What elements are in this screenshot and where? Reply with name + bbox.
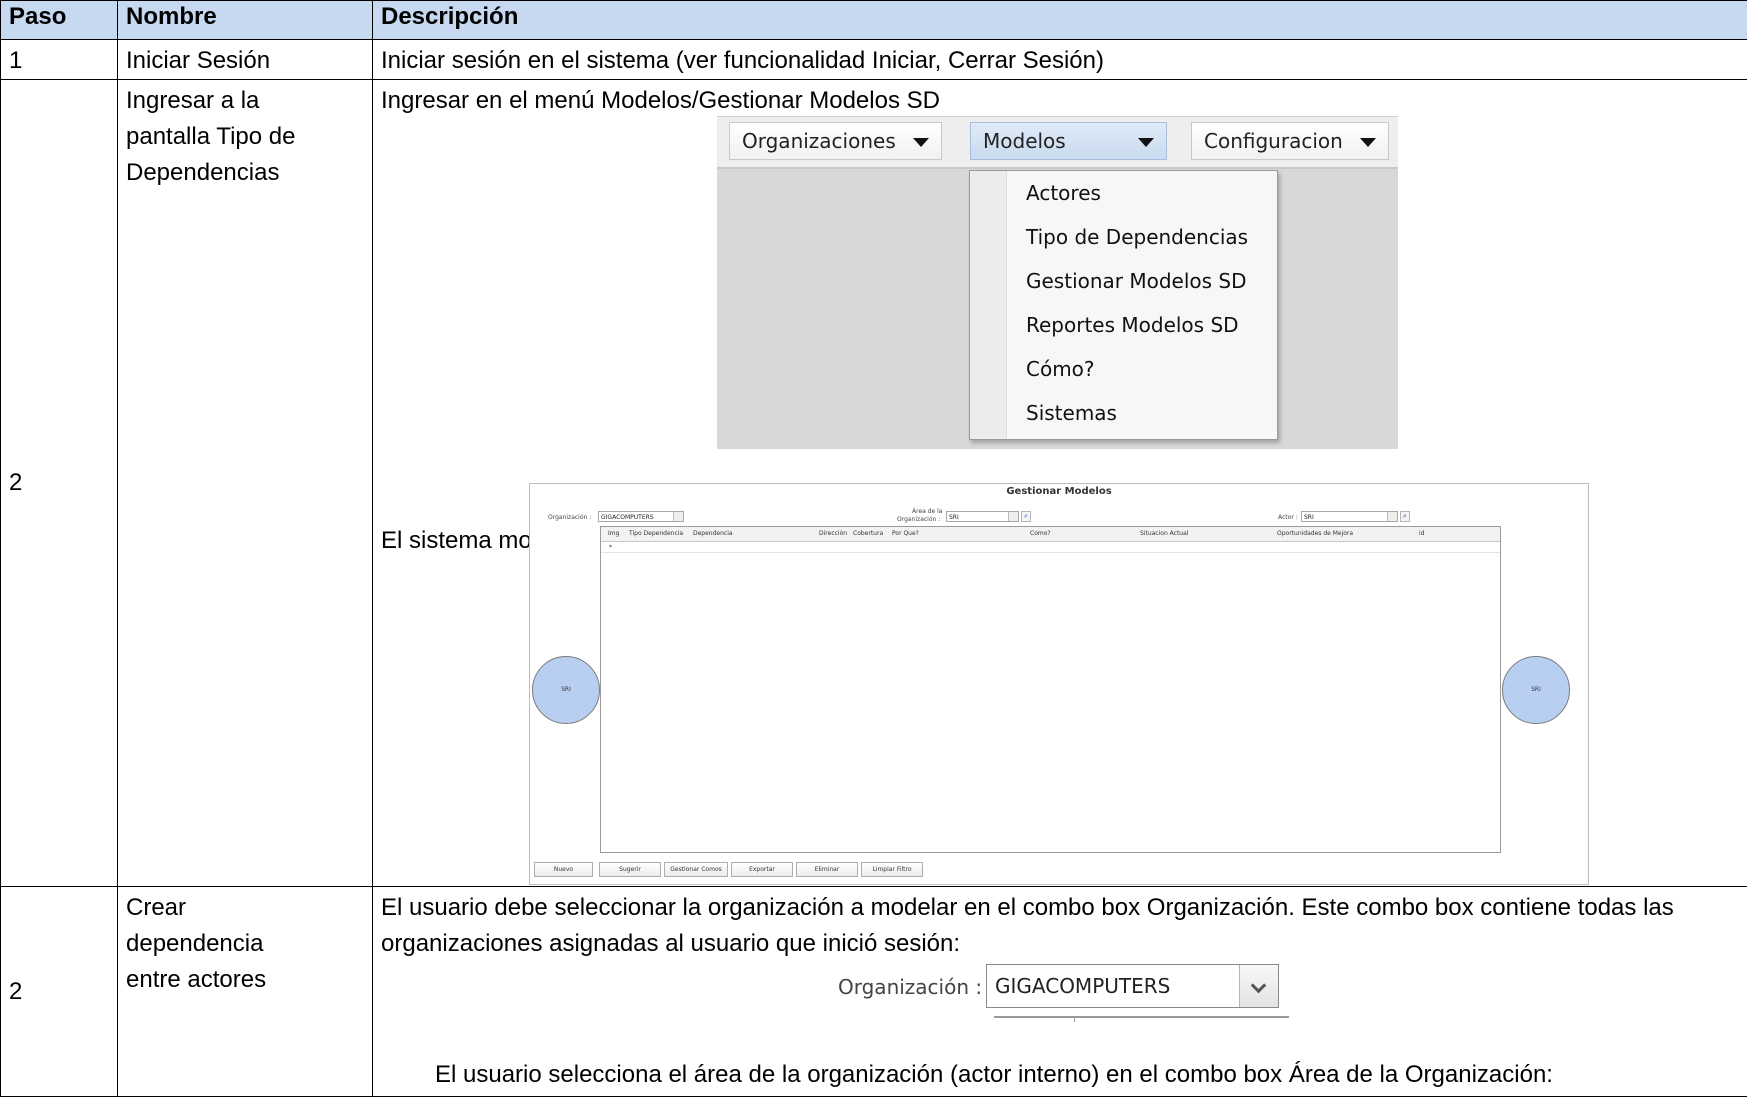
organizacion-select[interactable]: GIGACOMPUTERS [986, 964, 1279, 1008]
sugerir-button[interactable]: Sugerir [599, 862, 661, 877]
modelos-dropdown: Actores Tipo de Dependencias Gestionar M… [969, 170, 1278, 440]
area-value: SRI [949, 514, 959, 521]
paso-cell: 2 [9, 469, 117, 497]
menu-organizaciones[interactable]: Organizaciones [729, 122, 942, 160]
nombre-cell: Crear dependencia entre actores [118, 887, 314, 998]
col-direccion: Dirección [819, 530, 847, 537]
col-dependencia: Dependencia [693, 530, 733, 537]
actor-value: SRI [1304, 514, 1314, 521]
header-paso: Paso [1, 1, 118, 40]
nombre-cell: Iniciar Sesión [118, 40, 372, 79]
descripcion-cell: El usuario debe seleccionar la organizac… [373, 887, 1747, 962]
col-tipo-dependencia: Tipo Dependencia [629, 530, 683, 537]
descripcion-cell: Ingresar en el menú Modelos/Gestionar Mo… [373, 80, 1747, 119]
dropdown-edge [994, 1016, 1289, 1018]
menu-item-reportes-modelos[interactable]: Reportes Modelos SD [1026, 313, 1239, 337]
header-descripcion: Descripción [373, 1, 1747, 40]
gestionar-title: Gestionar Modelos [530, 486, 1588, 497]
menu-item-gestionar-modelos[interactable]: Gestionar Modelos SD [1026, 269, 1247, 293]
menu-modelos[interactable]: Modelos [970, 122, 1167, 160]
eliminar-button[interactable]: Eliminar [796, 862, 858, 877]
header-nombre: Nombre [118, 1, 373, 40]
chevron-down-icon [1360, 138, 1376, 147]
actor-label: Actor : [1278, 514, 1298, 521]
dropdown-edge-tick [1074, 1016, 1075, 1022]
chevron-down-icon [913, 138, 929, 147]
menu-divider [717, 167, 1398, 169]
actor-select[interactable]: SRI [1301, 511, 1398, 522]
col-cobertura: Cobertura [853, 530, 883, 537]
search-icon[interactable]: ⌕ [1021, 511, 1031, 522]
nombre-cell: Ingresar a la pantalla Tipo de Dependenc… [118, 80, 344, 191]
chevron-down-icon [673, 512, 683, 521]
organizacion-value: GIGACOMPUTERS [995, 974, 1170, 998]
menu-modelos-label: Modelos [983, 129, 1066, 153]
search-icon[interactable]: ⌕ [1400, 511, 1410, 522]
organizacion-combo-screenshot: Organización : GIGACOMPUTERS [830, 963, 1300, 1021]
col-id: id [1419, 530, 1424, 537]
chevron-down-icon[interactable] [1239, 965, 1278, 1007]
organizacion-select[interactable]: GIGACOMPUTERS [598, 511, 684, 522]
col-situacion-actual: Situacion Actual [1140, 530, 1188, 537]
paso-cell: 2 [9, 978, 117, 1006]
exportar-button[interactable]: Exportar [731, 862, 793, 877]
descripcion-cell-2: El usuario selecciona el área de la orga… [435, 1057, 1553, 1093]
right-actor-node[interactable]: SRI [1502, 656, 1570, 724]
menu-item-actores[interactable]: Actores [1026, 181, 1101, 205]
paso-cell: 1 [1, 40, 117, 79]
area-select[interactable]: SRI [946, 511, 1019, 522]
menu-item-sistemas[interactable]: Sistemas [1026, 401, 1117, 425]
limpiar-filtro-button[interactable]: Limpiar Filtro [861, 862, 923, 877]
descripcion-cell: Iniciar sesión en el sistema (ver funcio… [373, 40, 1747, 79]
col-como: Como? [1030, 530, 1051, 537]
new-row[interactable]: * [601, 542, 1500, 553]
menu-configuracion[interactable]: Configuracion [1191, 122, 1389, 160]
chevron-down-icon [1138, 138, 1154, 147]
area-label-line2: Organización : [897, 516, 940, 523]
dropdown-gutter [970, 171, 1007, 439]
col-por-que: Por Que? [892, 530, 919, 537]
menu-screenshot: RSIDAD DE GU Organizaciones Modelos Conf… [717, 116, 1398, 449]
gestionar-modelos-screenshot: Gestionar Modelos Organización : GIGACOM… [529, 483, 1589, 885]
chevron-down-icon [1387, 512, 1397, 521]
header-row: Paso Nombre Descripción [1, 1, 1747, 40]
menu-bar: Organizaciones Modelos Configuracion [717, 117, 1398, 169]
area-label-line1: Área de la [912, 508, 942, 515]
dependencias-grid: Img Tipo Dependencia Dependencia Direcci… [600, 526, 1501, 853]
menu-configuracion-label: Configuracion [1204, 129, 1343, 153]
col-img: Img [608, 530, 619, 537]
nuevo-button[interactable]: Nuevo [534, 862, 593, 877]
menu-organizaciones-label: Organizaciones [742, 129, 896, 153]
chevron-down-icon [1008, 512, 1018, 521]
table-row: 1 Iniciar Sesión Iniciar sesión en el si… [1, 40, 1747, 80]
organizacion-label: Organización : [838, 975, 982, 999]
left-actor-node[interactable]: SRI [532, 656, 600, 724]
grid-header: Img Tipo Dependencia Dependencia Direcci… [601, 527, 1500, 542]
menu-item-como[interactable]: Cómo? [1026, 357, 1095, 381]
organizacion-label: Organización : [548, 514, 591, 521]
col-oportunidades: Oportunidades de Mejora [1277, 530, 1353, 537]
gestionar-comos-button[interactable]: Gestionar Comos [664, 862, 728, 877]
organizacion-value: GIGACOMPUTERS [601, 514, 654, 521]
menu-item-tipo-dependencias[interactable]: Tipo de Dependencias [1026, 225, 1248, 249]
